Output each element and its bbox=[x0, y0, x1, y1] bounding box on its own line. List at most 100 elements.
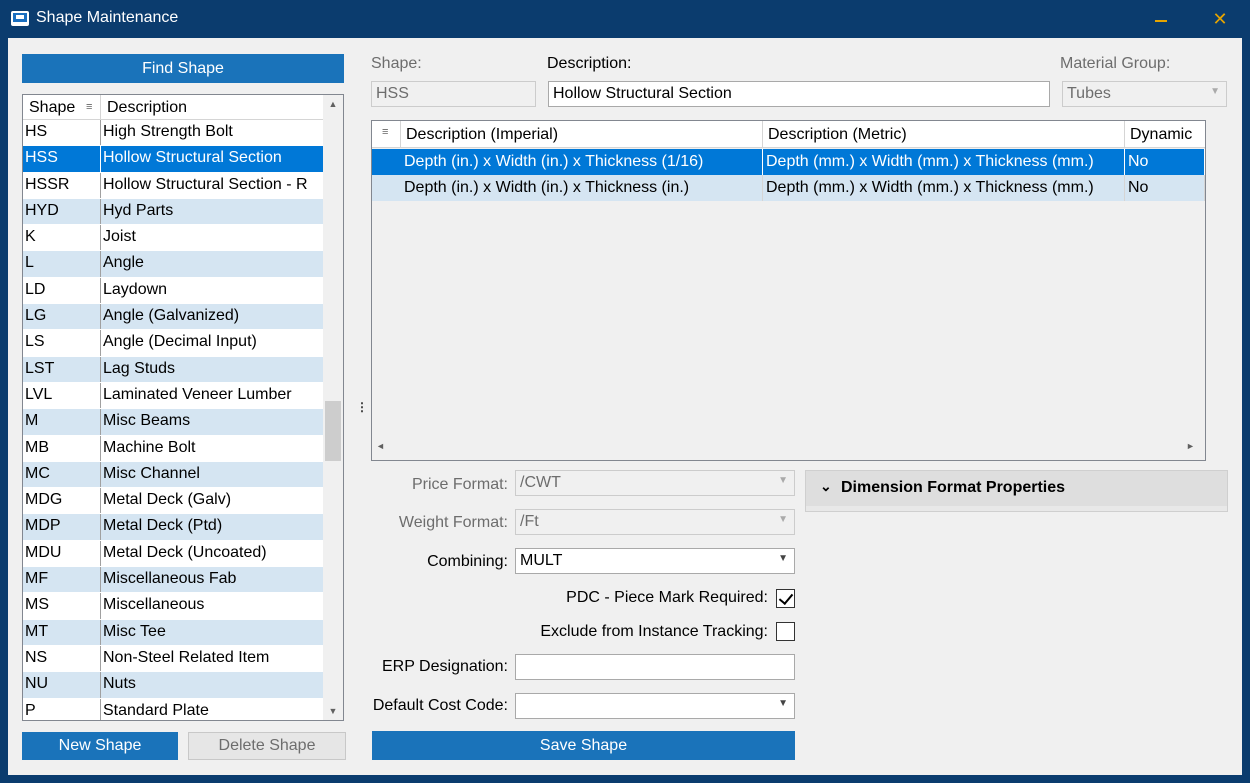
list-item[interactable]: MB Machine Bolt bbox=[23, 435, 323, 462]
new-shape-button[interactable]: New Shape bbox=[22, 732, 178, 760]
shape-code: L bbox=[25, 254, 34, 272]
list-item[interactable]: MDU Metal Deck (Uncoated) bbox=[23, 540, 323, 568]
shape-description: Hyd Parts bbox=[103, 201, 174, 219]
list-item[interactable]: HS High Strength Bolt bbox=[23, 120, 323, 147]
shape-description: Metal Deck (Galv) bbox=[103, 491, 232, 509]
cell-divider bbox=[100, 409, 101, 435]
list-item[interactable]: HSS Hollow Structural Section bbox=[23, 146, 323, 173]
table-row[interactable]: Depth (in.) x Width (in.) x Thickness (1… bbox=[372, 149, 1205, 175]
cell-divider bbox=[100, 593, 101, 619]
list-item[interactable]: M Misc Beams bbox=[23, 409, 323, 436]
chevron-down-icon: ▼ bbox=[778, 698, 788, 709]
cell-divider bbox=[100, 304, 101, 330]
description-field[interactable]: Hollow Structural Section bbox=[548, 81, 1050, 107]
column-header-dynamic[interactable]: Dynamic bbox=[1125, 121, 1205, 148]
shape-code: K bbox=[25, 228, 36, 246]
chevron-down-icon: ▼ bbox=[1210, 86, 1220, 97]
list-item[interactable]: MC Misc Channel bbox=[23, 461, 323, 489]
combining-dropdown[interactable]: MULT ▼ bbox=[515, 548, 795, 574]
description-label: Description: bbox=[547, 55, 632, 72]
delete-shape-button[interactable]: Delete Shape bbox=[188, 732, 346, 760]
cell-divider bbox=[100, 198, 101, 225]
cell-divider bbox=[100, 514, 101, 540]
list-item[interactable]: MT Misc Tee bbox=[23, 619, 323, 646]
list-item[interactable]: NU Nuts bbox=[23, 672, 323, 699]
list-item[interactable]: MDG Metal Deck (Galv) bbox=[23, 488, 323, 515]
column-header-metric[interactable]: Description (Metric) bbox=[763, 121, 1125, 148]
window-client: Find Shape Shape ≡ Description HS High St… bbox=[8, 38, 1242, 775]
material-group-value: Tubes bbox=[1067, 85, 1111, 102]
price-format-value: /CWT bbox=[520, 474, 561, 491]
shape-description: Hollow Structural Section - R bbox=[103, 175, 308, 193]
cell-divider bbox=[100, 540, 101, 567]
column-header-description[interactable]: Description bbox=[107, 99, 187, 117]
shape-code: MT bbox=[25, 622, 49, 640]
list-item[interactable]: MDP Metal Deck (Ptd) bbox=[23, 514, 323, 541]
cell-metric: Depth (mm.) x Width (mm.) x Thickness (m… bbox=[763, 149, 1125, 175]
list-item[interactable]: LG Angle (Galvanized) bbox=[23, 304, 323, 331]
dimension-format-panel: ⌄ Dimension Format Properties bbox=[805, 470, 1228, 512]
shape-list[interactable]: Shape ≡ Description HS High Strength Bolt… bbox=[22, 94, 344, 721]
scroll-up-icon[interactable]: ▲ bbox=[323, 95, 343, 113]
list-item[interactable]: P Standard Plate bbox=[23, 698, 323, 720]
shape-list-scrollbar[interactable]: ▲ ▼ bbox=[323, 95, 343, 720]
list-item[interactable]: MS Miscellaneous bbox=[23, 593, 323, 620]
shape-code-field[interactable]: HSS bbox=[371, 81, 536, 107]
list-item[interactable]: HSSR Hollow Structural Section - R bbox=[23, 172, 323, 199]
find-shape-button[interactable]: Find Shape bbox=[22, 54, 344, 83]
cell-divider bbox=[100, 146, 101, 172]
list-item[interactable]: NS Non-Steel Related Item bbox=[23, 645, 323, 673]
column-header-imperial[interactable]: Description (Imperial) bbox=[401, 121, 763, 148]
cell-divider bbox=[100, 645, 101, 672]
material-group-label: Material Group: bbox=[1060, 55, 1171, 72]
scroll-down-icon[interactable]: ▼ bbox=[323, 702, 343, 720]
minimize-button[interactable] bbox=[1147, 6, 1175, 32]
cell-imperial: Depth (in.) x Width (in.) x Thickness (1… bbox=[401, 149, 763, 175]
shape-code: LS bbox=[25, 333, 45, 351]
column-header-shape-label: Shape bbox=[29, 99, 76, 116]
shape-list-rows: HS High Strength Bolt HSS Hollow Structural… bbox=[23, 120, 323, 720]
shape-code: HYD bbox=[25, 201, 59, 219]
grid-scroll-right-icon[interactable]: ► bbox=[1186, 441, 1195, 451]
material-group-dropdown[interactable]: Tubes ▼ bbox=[1062, 81, 1227, 107]
shape-description: Hollow Structural Section bbox=[103, 149, 282, 167]
list-item[interactable]: L Angle bbox=[23, 251, 323, 278]
cell-dynamic: No bbox=[1125, 175, 1205, 201]
list-item[interactable]: HYD Hyd Parts bbox=[23, 198, 323, 226]
default-cost-code-dropdown[interactable]: ▼ bbox=[515, 693, 795, 719]
list-item[interactable]: LST Lag Studs bbox=[23, 356, 323, 383]
shape-code: MF bbox=[25, 570, 49, 588]
list-item[interactable]: MF Miscellaneous Fab bbox=[23, 567, 323, 594]
shape-code: MB bbox=[25, 438, 49, 456]
close-button[interactable]: ✕ bbox=[1206, 6, 1234, 32]
list-item[interactable]: LD Laydown bbox=[23, 277, 323, 305]
default-cost-code-label: Default Cost Code: bbox=[372, 697, 508, 714]
dimension-format-header[interactable]: ⌄ Dimension Format Properties bbox=[806, 471, 1227, 506]
price-format-dropdown[interactable]: /CWT ▼ bbox=[515, 470, 795, 496]
column-header-shape[interactable]: Shape ≡ bbox=[23, 95, 101, 120]
pdc-piece-mark-label: PDC - Piece Mark Required: bbox=[566, 589, 768, 606]
weight-format-dropdown[interactable]: /Ft ▼ bbox=[515, 509, 795, 535]
scrollbar-thumb[interactable] bbox=[325, 401, 341, 461]
dimension-grid[interactable]: ≡ Description (Imperial) Description (Me… bbox=[371, 120, 1206, 461]
cell-divider bbox=[100, 435, 101, 461]
list-item[interactable]: LVL Laminated Veneer Lumber bbox=[23, 382, 323, 410]
shape-description: Angle (Decimal Input) bbox=[103, 333, 257, 351]
shape-description: Laydown bbox=[103, 280, 168, 298]
table-row[interactable]: Depth (in.) x Width (in.) x Thickness (i… bbox=[372, 175, 1205, 201]
splitter-handle[interactable]: ⋮ bbox=[356, 400, 368, 414]
grid-scroll-left-icon[interactable]: ◄ bbox=[376, 441, 385, 451]
app-monitor-icon bbox=[11, 11, 29, 26]
pdc-piece-mark-checkbox[interactable] bbox=[776, 589, 795, 608]
cell-divider bbox=[100, 382, 101, 409]
cell-divider bbox=[100, 225, 101, 251]
list-item[interactable]: LS Angle (Decimal Input) bbox=[23, 330, 323, 357]
weight-format-value: /Ft bbox=[520, 513, 539, 530]
list-item[interactable]: K Joist bbox=[23, 225, 323, 252]
exclude-instance-tracking-checkbox[interactable] bbox=[776, 622, 795, 641]
shape-description: Miscellaneous bbox=[103, 596, 205, 614]
cell-divider bbox=[100, 251, 101, 277]
save-shape-button[interactable]: Save Shape bbox=[372, 731, 795, 760]
shape-code: LG bbox=[25, 307, 47, 325]
erp-designation-field[interactable] bbox=[515, 654, 795, 680]
